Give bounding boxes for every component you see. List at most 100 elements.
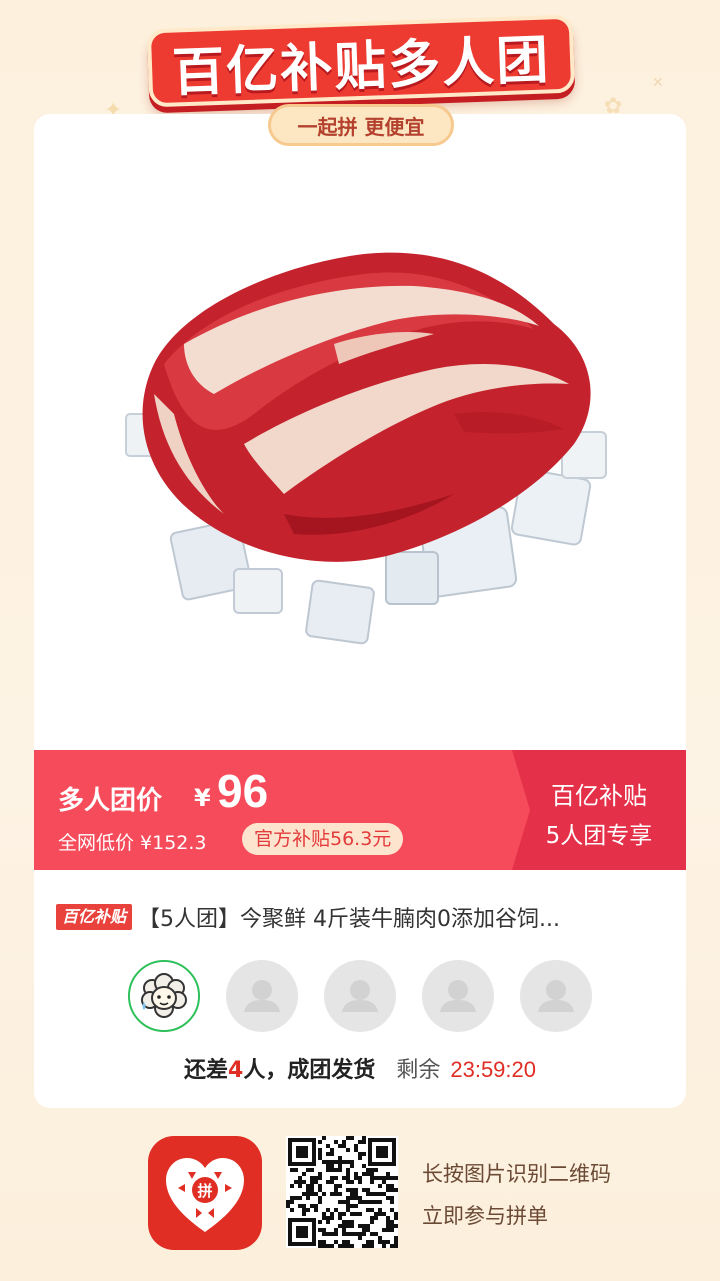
qr-module <box>338 1244 342 1248</box>
qr-module <box>378 1208 382 1212</box>
qr-module <box>314 1176 318 1180</box>
qr-module <box>358 1196 362 1200</box>
qr-module <box>310 1168 314 1172</box>
qr-module <box>342 1140 346 1144</box>
qr-module <box>370 1172 374 1176</box>
qr-module <box>302 1204 306 1208</box>
qr-module <box>354 1204 358 1208</box>
qr-module <box>338 1168 342 1172</box>
qr-module <box>310 1188 314 1192</box>
qr-module <box>386 1228 390 1232</box>
qr-module <box>346 1168 350 1172</box>
product-title: 【5人团】今聚鲜 4斤装牛腩肉0添加谷饲... <box>138 907 560 932</box>
group-status: 还差4人，成团发货 剩余 23:59:20 <box>34 1052 686 1084</box>
status-suffix: 人，成团发货 <box>243 1058 376 1083</box>
qr-module <box>322 1240 326 1244</box>
qr-module <box>322 1244 326 1248</box>
qr-module <box>326 1180 330 1184</box>
currency-symbol: ¥ <box>194 784 211 812</box>
qr-module <box>334 1160 338 1164</box>
svg-text:拼: 拼 <box>197 1182 212 1200</box>
qr-module <box>358 1236 362 1240</box>
qr-module <box>318 1244 322 1248</box>
qr-module <box>346 1240 350 1244</box>
qr-module <box>374 1200 378 1204</box>
close-sparkle-icon: ✕ <box>652 75 664 91</box>
qr-module <box>306 1168 310 1172</box>
qr-module <box>318 1176 322 1180</box>
qr-module <box>298 1176 302 1180</box>
qr-module <box>378 1236 382 1240</box>
qr-module <box>330 1148 334 1152</box>
qr-module <box>298 1180 302 1184</box>
qr-module <box>374 1176 378 1180</box>
qr-module <box>338 1192 342 1196</box>
banner-title: 百亿补贴多人团 <box>171 29 552 104</box>
product-title-row[interactable]: 百亿补贴 【5人团】今聚鲜 4斤装牛腩肉0添加谷饲... <box>56 902 676 932</box>
qr-module <box>362 1200 366 1204</box>
subsidy-panel-subtitle: 5人团专享 <box>545 823 653 849</box>
qr-module <box>394 1236 398 1240</box>
qr-module <box>374 1212 378 1216</box>
group-members <box>128 960 592 1032</box>
qr-module <box>322 1232 326 1236</box>
qr-module <box>362 1164 366 1168</box>
qr-module <box>318 1172 322 1176</box>
qr-module <box>306 1188 310 1192</box>
qr-module <box>318 1196 322 1200</box>
qr-module <box>310 1180 314 1184</box>
footer-cta: 立即参与拼单 <box>422 1204 548 1228</box>
price-bar: 多人团价 ¥ 96 全网低价 ¥152.3 官方补贴56.3元 百亿补贴 5人团… <box>34 750 686 870</box>
qr-module <box>354 1192 358 1196</box>
qr-module <box>370 1208 374 1212</box>
qr-code[interactable] <box>286 1136 398 1248</box>
person-placeholder-icon <box>440 980 476 1012</box>
qr-module <box>346 1160 350 1164</box>
header-banner: 百亿补贴多人团 一起拼 更便宜 <box>146 14 576 146</box>
person-placeholder-icon <box>244 980 280 1012</box>
qr-module <box>354 1176 358 1180</box>
qr-module <box>358 1156 362 1160</box>
qr-module <box>346 1188 350 1192</box>
qr-module <box>330 1152 334 1156</box>
qr-module <box>346 1244 350 1248</box>
qr-module <box>342 1200 346 1204</box>
qr-module <box>350 1188 354 1192</box>
person-placeholder-icon <box>538 980 574 1012</box>
product-image[interactable] <box>34 114 686 750</box>
qr-module <box>294 1196 298 1200</box>
qr-module <box>338 1216 342 1220</box>
qr-module <box>334 1188 338 1192</box>
qr-module <box>350 1212 354 1216</box>
qr-module <box>314 1204 318 1208</box>
qr-module <box>370 1244 374 1248</box>
qr-module <box>314 1208 318 1212</box>
empty-avatar <box>226 960 298 1032</box>
qr-module <box>326 1232 330 1236</box>
qr-module <box>386 1188 390 1192</box>
qr-module <box>354 1212 358 1216</box>
qr-module <box>346 1136 350 1140</box>
qr-module <box>354 1232 358 1236</box>
qr-module <box>322 1160 326 1164</box>
qr-module <box>366 1168 370 1172</box>
qr-module <box>382 1192 386 1196</box>
qr-code-image <box>286 1136 398 1248</box>
qr-module <box>342 1220 346 1224</box>
qr-module <box>370 1176 374 1180</box>
qr-module <box>362 1224 366 1228</box>
qr-module <box>334 1176 338 1180</box>
baiyi-subsidy-tag: 百亿补贴 <box>56 904 133 930</box>
group-buy-card: 多人团价 ¥ 96 全网低价 ¥152.3 官方补贴56.3元 百亿补贴 5人团… <box>34 114 686 1108</box>
qr-module <box>378 1184 382 1188</box>
qr-module <box>350 1224 354 1228</box>
qr-module <box>342 1228 346 1232</box>
subsidy-panel: 百亿补贴 5人团专享 <box>512 750 686 870</box>
qr-module <box>394 1244 398 1248</box>
qr-module <box>330 1216 334 1220</box>
qr-module <box>302 1192 306 1196</box>
qr-module <box>290 1184 294 1188</box>
qr-module <box>290 1196 294 1200</box>
qr-module <box>314 1192 318 1196</box>
leader-avatar[interactable] <box>128 960 200 1032</box>
